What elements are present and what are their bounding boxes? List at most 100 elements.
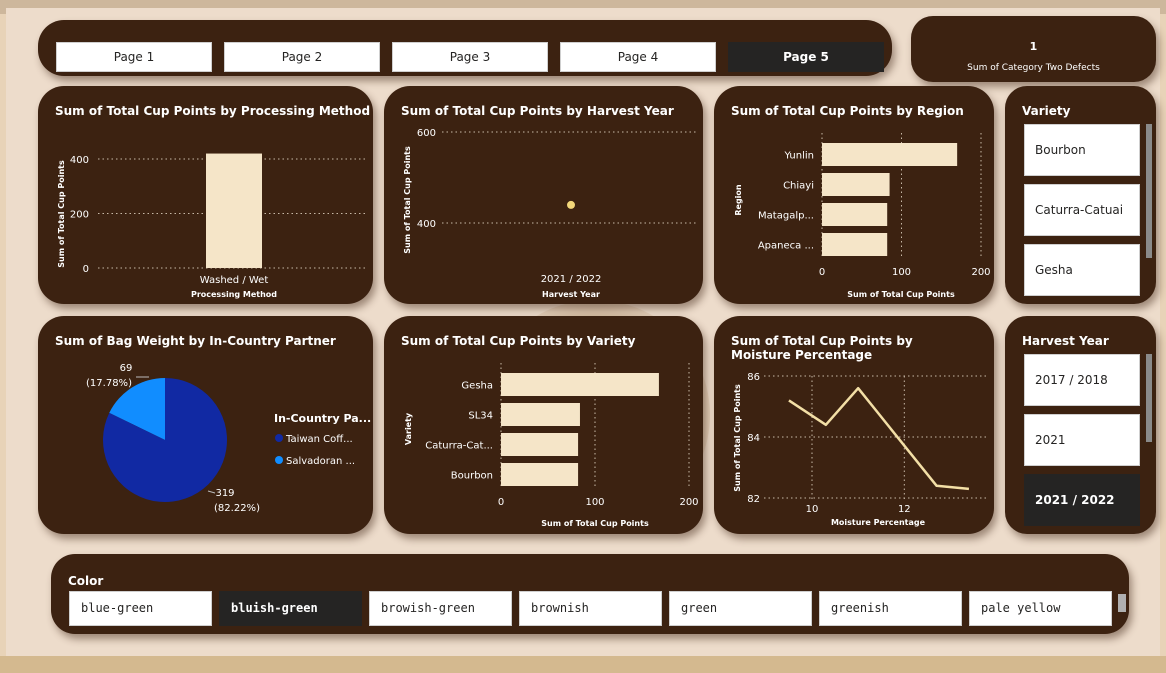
tick-label: 200 (679, 497, 698, 508)
tick-label: 10 (806, 504, 819, 515)
tick-label: 100 (892, 267, 911, 278)
bar[interactable] (822, 143, 958, 166)
tick-label: 0 (819, 267, 825, 278)
slicer-item-2021-2022[interactable]: 2021 / 2022 (1024, 474, 1140, 526)
x-axis-title: Harvest Year (542, 290, 600, 299)
bar[interactable] (822, 233, 888, 256)
region-chart: Sum of Total Cup Points by Region 0 100 20… (714, 86, 994, 304)
tick-label: Yunlin (783, 151, 814, 162)
tick-label: 200 (70, 210, 89, 221)
scrollbar[interactable] (1146, 124, 1152, 258)
variety-slicer: Variety Bourbon Caturra-Catuai Gesha (1005, 86, 1156, 304)
tick-label: Washed / Wet (200, 275, 269, 286)
tick-label: 600 (417, 128, 436, 139)
color-item-browish-green[interactable]: browish-green (369, 591, 512, 626)
slicer-item-caturra-catuai[interactable]: Caturra-Catuai (1024, 184, 1140, 236)
bar[interactable] (501, 463, 579, 486)
tick-label: Bourbon (451, 471, 493, 482)
processing-chart-svg: 0 200 400 Washed / Wet Sum of Total Cup Po… (57, 153, 368, 299)
card-label: Sum of Category Two Defects (967, 63, 1100, 73)
tick-label: Apaneca ... (758, 241, 814, 252)
tick-label: 84 (747, 433, 760, 444)
harvest-chart-svg: 400 600 2021 / 2022 Sum of Total Cup Poin… (403, 128, 698, 299)
tick-label: 2021 / 2022 (541, 274, 602, 285)
harvest-year-chart: Sum of Total Cup Points by Harvest Year … (384, 86, 703, 304)
legend-marker (275, 434, 283, 442)
moisture-chart: Sum of Total Cup Points by Moisture Perc… (714, 316, 994, 534)
tick-label: SL34 (468, 411, 493, 422)
tick-label: Matagalp... (758, 211, 814, 222)
slicer-item-bourbon[interactable]: Bourbon (1024, 124, 1140, 176)
pie-chart-svg: 69 (17.78%) 319 (82.22%) In-Country Pa..… (86, 363, 371, 514)
y-axis-title: Sum of Total Cup Points (733, 384, 742, 492)
legend-item[interactable]: Salvadoran ... (286, 456, 355, 467)
slice-label-value: 319 (215, 488, 234, 499)
tick-label: Caturra-Cat... (425, 441, 493, 452)
variety-chart: Sum of Total Cup Points by Variety 0 100 2… (384, 316, 703, 534)
processing-method-chart: Sum of Total Cup Points by Processing Me… (38, 86, 373, 304)
legend-title: In-Country Pa... (274, 412, 371, 425)
x-axis-title: Sum of Total Cup Points (847, 290, 955, 299)
color-item-pale-yellow[interactable]: pale yellow (969, 591, 1112, 626)
page-3-button[interactable]: Page 3 (392, 42, 548, 72)
color-item-bluish-green[interactable]: bluish-green (219, 591, 362, 626)
y-axis-title: Sum of Total Cup Points (403, 146, 412, 254)
bar[interactable] (822, 203, 888, 226)
y-axis-title: Sum of Total Cup Points (57, 160, 66, 268)
page-2-button[interactable]: Page 2 (224, 42, 380, 72)
color-slicer: Color blue-green bluish-green browish-gree… (51, 554, 1129, 634)
color-item-greenish[interactable]: greenish (819, 591, 962, 626)
color-item-green[interactable]: green (669, 591, 812, 626)
tick-label: 86 (747, 372, 760, 383)
tick-label: 400 (70, 155, 89, 166)
series-line[interactable] (788, 386, 970, 491)
slice-label-pct: (17.78%) (86, 378, 132, 389)
scrollbar[interactable] (1118, 594, 1126, 612)
region-chart-svg: 0 100 200 Yunlin Chiayi Matagalp... Apaneca .… (734, 133, 991, 299)
tick-label: 100 (585, 497, 604, 508)
page-5-button[interactable]: Page 5 (728, 42, 884, 72)
slicer-title: Variety (1022, 104, 1071, 118)
tick-label: 12 (898, 504, 911, 515)
slicer-title: Color (68, 574, 104, 588)
legend-item[interactable]: Taiwan Coff... (285, 434, 353, 445)
x-axis-title: Moisture Percentage (831, 518, 926, 527)
slicer-item-2017-2018[interactable]: 2017 / 2018 (1024, 354, 1140, 406)
moisture-chart-svg: 82 84 86 10 12 Sum of Total Cup Points Moist… (733, 372, 988, 527)
bar[interactable] (501, 433, 579, 456)
scrollbar[interactable] (1146, 354, 1152, 442)
x-axis-title: Processing Method (191, 290, 277, 299)
slicer-title: Harvest Year (1022, 334, 1109, 348)
background-bottom (0, 656, 1166, 673)
card-value: 1 (1029, 40, 1038, 53)
x-axis-title: Sum of Total Cup Points (541, 519, 649, 528)
page-navigator: Page 1 Page 2 Page 3 Page 4 Page 5 (38, 20, 892, 76)
slicer-item-2021[interactable]: 2021 (1024, 414, 1140, 466)
harvest-year-slicer: Harvest Year 2017 / 2018 2021 2021 / 2022 (1005, 316, 1156, 534)
variety-chart-svg: 0 100 200 Gesha SL34 Caturra-Cat... Bourbon V… (404, 363, 699, 528)
legend-marker (275, 456, 283, 464)
slice-label-pct: (82.22%) (214, 503, 260, 514)
tick-label: 400 (417, 219, 436, 230)
y-axis-title: Variety (404, 412, 413, 445)
data-point[interactable] (567, 200, 575, 209)
bar[interactable] (206, 153, 262, 268)
bar[interactable] (501, 373, 659, 396)
leader-line (207, 490, 216, 494)
slice-label-value: 69 (120, 363, 133, 374)
bar[interactable] (501, 403, 580, 426)
y-axis-title: Region (734, 184, 743, 216)
color-item-brownish[interactable]: brownish (519, 591, 662, 626)
tick-label: 200 (971, 267, 990, 278)
tick-label: 0 (498, 497, 504, 508)
partner-pie-chart: Sum of Bag Weight by In-Country Partner … (38, 316, 373, 534)
tick-label: Gesha (461, 381, 493, 392)
tick-label: Chiayi (783, 181, 814, 192)
page-1-button[interactable]: Page 1 (56, 42, 212, 72)
page-4-button[interactable]: Page 4 (560, 42, 716, 72)
slicer-item-gesha[interactable]: Gesha (1024, 244, 1140, 296)
color-item-blue-green[interactable]: blue-green (69, 591, 212, 626)
bar[interactable] (822, 173, 890, 196)
tick-label: 0 (83, 264, 89, 275)
tick-label: 82 (747, 494, 760, 505)
